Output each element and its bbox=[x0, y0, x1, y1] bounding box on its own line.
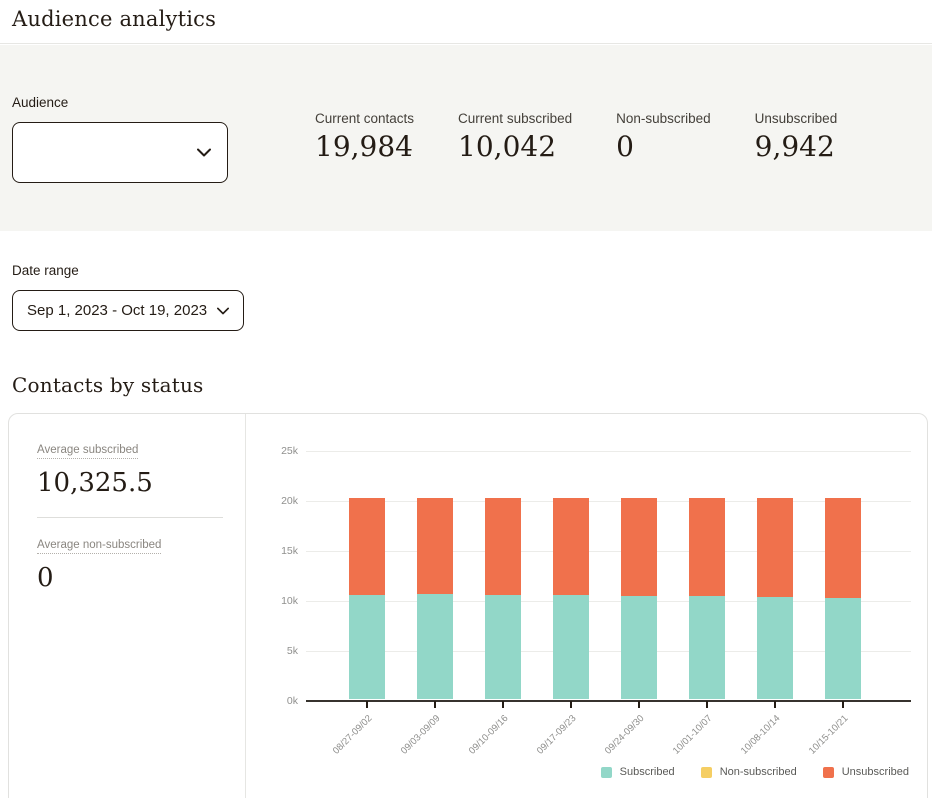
bar-segment-unsubscribed[interactable] bbox=[825, 498, 861, 598]
bar-08/27-09/02 bbox=[349, 498, 385, 699]
x-tick-label: 09/24-09/30 bbox=[603, 713, 647, 757]
stats-row: Current contacts 19,984 Current subscribed… bbox=[315, 111, 837, 163]
bar-segment-unsubscribed[interactable] bbox=[553, 498, 589, 595]
gridline bbox=[306, 501, 911, 502]
legend-label: Unsubscribed bbox=[842, 766, 909, 778]
x-axis-tick bbox=[774, 701, 776, 708]
y-tick-label: 25k bbox=[262, 445, 298, 457]
y-tick-label: 0k bbox=[262, 695, 298, 707]
bar-segment-unsubscribed[interactable] bbox=[485, 498, 521, 595]
bar-10/15-10/21 bbox=[825, 498, 861, 699]
audience-label: Audience bbox=[12, 95, 68, 110]
bar-10/08-10/14 bbox=[757, 498, 793, 699]
bar-segment-subscribed[interactable] bbox=[485, 595, 521, 699]
bar-segment-subscribed[interactable] bbox=[689, 596, 725, 699]
audience-select[interactable] bbox=[12, 122, 228, 183]
stat-value: 10,042 bbox=[458, 132, 572, 163]
gridline bbox=[306, 651, 911, 652]
stat-current-contacts: Current contacts 19,984 bbox=[315, 111, 414, 163]
x-axis-tick bbox=[502, 701, 504, 708]
date-range-selector[interactable]: Sep 1, 2023 - Oct 19, 2023 bbox=[12, 290, 244, 331]
chevron-down-icon bbox=[197, 148, 211, 157]
x-axis-tick bbox=[706, 701, 708, 708]
stat-value: 19,984 bbox=[315, 132, 414, 163]
x-axis-tick bbox=[570, 701, 572, 708]
x-tick-label: 10/15-10/21 bbox=[807, 713, 851, 757]
contacts-by-status-card: Average subscribed 10,325.5 Average non-… bbox=[8, 413, 928, 798]
average-subscribed-label[interactable]: Average subscribed bbox=[37, 444, 138, 459]
gridline bbox=[306, 551, 911, 552]
chevron-down-icon bbox=[217, 307, 229, 315]
contacts-by-status-title: Contacts by status bbox=[12, 373, 204, 397]
stat-label: Current subscribed bbox=[458, 111, 572, 126]
stat-value: 9,942 bbox=[755, 132, 838, 163]
y-tick-label: 15k bbox=[262, 545, 298, 557]
x-axis-tick bbox=[638, 701, 640, 708]
x-tick-label: 10/01-10/07 bbox=[671, 713, 715, 757]
averages-divider bbox=[37, 517, 223, 518]
legend-item-subscribed[interactable]: Subscribed bbox=[601, 766, 675, 778]
bar-09/24-09/30 bbox=[621, 498, 657, 699]
stat-label: Current contacts bbox=[315, 111, 414, 126]
audience-analytics-page: Audience analytics Audience Current cont… bbox=[0, 0, 932, 798]
x-tick-label: 08/27-09/02 bbox=[331, 713, 375, 757]
bar-09/03-09/09 bbox=[417, 498, 453, 699]
legend-item-non-subscribed[interactable]: Non-subscribed bbox=[701, 766, 797, 778]
y-tick-label: 10k bbox=[262, 595, 298, 607]
legend-chip-subscribed bbox=[601, 767, 612, 778]
bar-segment-unsubscribed[interactable] bbox=[349, 498, 385, 595]
legend-chip-unsubscribed bbox=[823, 767, 834, 778]
chart-plot: 0k5k10k15k20k25k08/27-09/0209/03-09/0909… bbox=[306, 451, 911, 701]
average-non-subscribed-value: 0 bbox=[37, 563, 245, 593]
page-header: Audience analytics bbox=[0, 0, 932, 44]
chart-region: 0k 5k 10k 15k 20k 25k 08/27-09/02 09/03-09/09 09… bbox=[254, 414, 927, 798]
chart-legend: Subscribed Non-subscribed Unsubscribed bbox=[601, 766, 909, 778]
legend-label: Subscribed bbox=[620, 766, 675, 778]
averages-panel: Average subscribed 10,325.5 Average non-… bbox=[9, 414, 246, 798]
bar-segment-subscribed[interactable] bbox=[825, 598, 861, 699]
legend-item-unsubscribed[interactable]: Unsubscribed bbox=[823, 766, 909, 778]
bar-segment-unsubscribed[interactable] bbox=[689, 498, 725, 596]
y-tick-label: 5k bbox=[262, 645, 298, 657]
bar-segment-subscribed[interactable] bbox=[417, 594, 453, 699]
x-tick-label: 09/10-09/16 bbox=[467, 713, 511, 757]
bar-10/01-10/07 bbox=[689, 498, 725, 699]
x-axis-tick bbox=[842, 701, 844, 708]
stat-current-subscribed: Current subscribed 10,042 bbox=[458, 111, 572, 163]
stat-non-subscribed: Non-subscribed 0 bbox=[616, 111, 711, 163]
bar-09/10-09/16 bbox=[485, 498, 521, 699]
stat-label: Non-subscribed bbox=[616, 111, 711, 126]
bar-segment-unsubscribed[interactable] bbox=[757, 498, 793, 597]
x-tick-label: 09/03-09/09 bbox=[399, 713, 443, 757]
x-axis-tick bbox=[434, 701, 436, 708]
gridline bbox=[306, 601, 911, 602]
bar-segment-subscribed[interactable] bbox=[553, 595, 589, 699]
stat-value: 0 bbox=[616, 132, 711, 163]
x-axis-line bbox=[306, 700, 911, 702]
bar-segment-subscribed[interactable] bbox=[757, 597, 793, 699]
bar-segment-unsubscribed[interactable] bbox=[621, 498, 657, 596]
audience-panel: Audience Current contacts 19,984 Current s… bbox=[0, 45, 932, 231]
x-axis-tick bbox=[366, 701, 368, 708]
bar-segment-subscribed[interactable] bbox=[349, 595, 385, 700]
date-range-value: Sep 1, 2023 - Oct 19, 2023 bbox=[27, 302, 207, 319]
gridline bbox=[306, 451, 911, 452]
bar-segment-unsubscribed[interactable] bbox=[417, 498, 453, 594]
legend-label: Non-subscribed bbox=[720, 766, 797, 778]
date-range-label: Date range bbox=[12, 263, 79, 278]
bar-09/17-09/23 bbox=[553, 498, 589, 699]
page-title: Audience analytics bbox=[12, 7, 216, 31]
stat-label: Unsubscribed bbox=[755, 111, 838, 126]
y-tick-label: 20k bbox=[262, 495, 298, 507]
stat-unsubscribed: Unsubscribed 9,942 bbox=[755, 111, 838, 163]
bar-segment-subscribed[interactable] bbox=[621, 596, 657, 699]
average-subscribed-value: 10,325.5 bbox=[37, 468, 245, 498]
average-non-subscribed-label[interactable]: Average non-subscribed bbox=[37, 539, 161, 554]
legend-chip-non-subscribed bbox=[701, 767, 712, 778]
x-tick-label: 09/17-09/23 bbox=[535, 713, 579, 757]
x-tick-label: 10/08-10/14 bbox=[739, 713, 783, 757]
